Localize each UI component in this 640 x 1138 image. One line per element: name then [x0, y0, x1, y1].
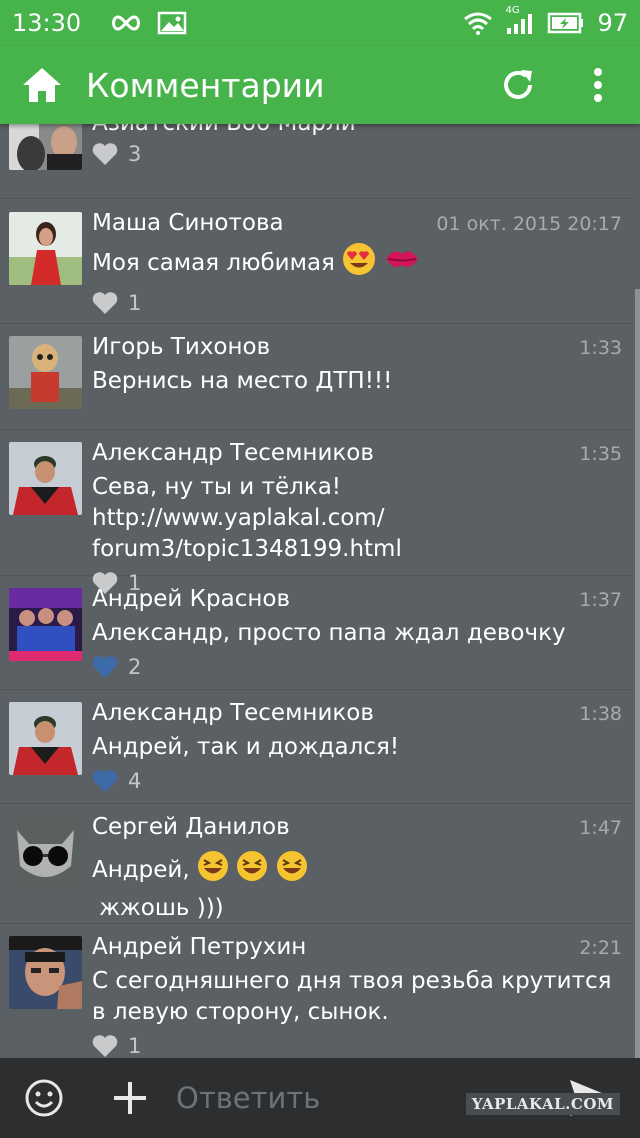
avatar[interactable] [9, 936, 82, 1009]
like-button[interactable]: 4 [92, 769, 622, 793]
avatar[interactable] [9, 702, 82, 775]
avatar[interactable] [9, 442, 82, 515]
heart-icon [92, 143, 118, 165]
comment-author[interactable]: Сергей Данилов [92, 814, 290, 840]
laughing-emoji [197, 850, 229, 891]
smiley-icon[interactable] [22, 1076, 66, 1120]
wifi-icon [463, 11, 493, 35]
comment-item[interactable]: Александр Тесемников 1:35 Сева, ну ты и … [0, 430, 632, 595]
comment-time: 1:33 [579, 337, 622, 359]
comment-author[interactable]: Александр Тесемников [92, 440, 374, 466]
infinity-icon [109, 13, 143, 33]
comment-time: 1:38 [579, 703, 622, 725]
comment-author[interactable]: Азиатский Боб Марли [92, 124, 356, 136]
comment-text: Моя самая любимая [92, 242, 622, 285]
comment-list[interactable]: Азиатский Боб Марли 3 Маша Синотова 01 о… [0, 124, 640, 1058]
comment-item[interactable]: Андрей Петрухин 2:21 С сегодняшнего дня … [0, 924, 632, 1058]
heart-icon [92, 1035, 118, 1057]
like-button[interactable]: 1 [92, 291, 622, 315]
image-icon [157, 11, 187, 35]
comment-text-content: Моя самая любимая [92, 250, 335, 276]
like-count: 1 [128, 1034, 142, 1058]
avatar[interactable] [9, 124, 82, 170]
comment-text: Сева, ну ты и тёлка! http://www.yaplakal… [92, 474, 402, 562]
watermark: YAPLAKAL.COM [465, 1093, 620, 1115]
heart-eyes-emoji [342, 242, 376, 285]
comment-author[interactable]: Александр Тесемников [92, 700, 374, 726]
status-bar: 13:30 4G 97 [0, 0, 640, 46]
battery-charging-icon [547, 12, 585, 34]
avatar[interactable] [9, 336, 82, 409]
app-bar: Комментарии [0, 46, 640, 124]
comment-text: Александр, просто папа ждал девочку [92, 620, 566, 646]
heart-icon [92, 292, 118, 314]
comment-time: 1:47 [579, 817, 622, 839]
refresh-icon[interactable] [494, 61, 542, 109]
comment-item[interactable]: Игорь Тихонов 1:33 Вернись на место ДТП!… [0, 324, 632, 430]
status-time: 13:30 [12, 9, 82, 37]
avatar[interactable] [9, 816, 82, 889]
laughing-emoji [276, 850, 308, 891]
home-icon[interactable] [18, 61, 66, 109]
comment-author[interactable]: Андрей Петрухин [92, 934, 306, 960]
comment-author[interactable]: Андрей Краснов [92, 586, 290, 612]
comment-item[interactable]: Азиатский Боб Марли 3 [0, 124, 632, 199]
signal-icon: 4G [505, 5, 535, 35]
comment-time: 1:35 [579, 443, 622, 465]
comment-text-line2: жжошь ))) [92, 895, 224, 921]
comment-text: Андрей, так и дождался! [92, 734, 400, 760]
comment-time: 1:37 [579, 589, 622, 611]
scrollbar[interactable] [635, 289, 640, 1058]
comment-time: 01 окт. 2015 20:17 [436, 213, 622, 235]
comment-time: 2:21 [579, 937, 622, 959]
laughing-emoji [236, 850, 268, 891]
heart-icon [92, 770, 118, 792]
battery-level: 97 [597, 9, 628, 37]
plus-icon[interactable] [108, 1076, 152, 1120]
comment-item[interactable]: Александр Тесемников 1:38 Андрей, так и … [0, 690, 632, 804]
comment-item[interactable]: Сергей Данилов 1:47 Андрей, жжошь ))) [0, 804, 632, 924]
like-button[interactable]: 2 [92, 655, 622, 679]
comment-item[interactable]: Андрей Краснов 1:37 Александр, просто па… [0, 576, 632, 690]
comment-text-content: Андрей, [92, 857, 190, 883]
comment-text: Андрей, [92, 850, 622, 891]
comment-author[interactable]: Маша Синотова [92, 210, 284, 236]
like-count: 2 [128, 655, 142, 679]
like-count: 3 [128, 142, 142, 166]
kiss-lips-emoji [384, 245, 420, 282]
more-vertical-icon[interactable] [574, 61, 622, 109]
comment-item[interactable]: Маша Синотова 01 окт. 2015 20:17 Моя сам… [0, 199, 632, 324]
comment-text: С сегодняшнего дня твоя резьба крутится … [92, 968, 612, 1025]
comment-author[interactable]: Игорь Тихонов [92, 334, 270, 360]
heart-icon [92, 656, 118, 678]
like-count: 1 [128, 291, 142, 315]
avatar[interactable] [9, 212, 82, 285]
avatar[interactable] [9, 588, 82, 661]
comment-text: Вернись на место ДТП!!! [92, 368, 393, 394]
like-count: 4 [128, 769, 142, 793]
like-button[interactable]: 1 [92, 1034, 622, 1058]
network-type: 4G [505, 5, 520, 16]
like-button[interactable]: 3 [92, 142, 622, 166]
page-title: Комментарии [86, 65, 325, 105]
